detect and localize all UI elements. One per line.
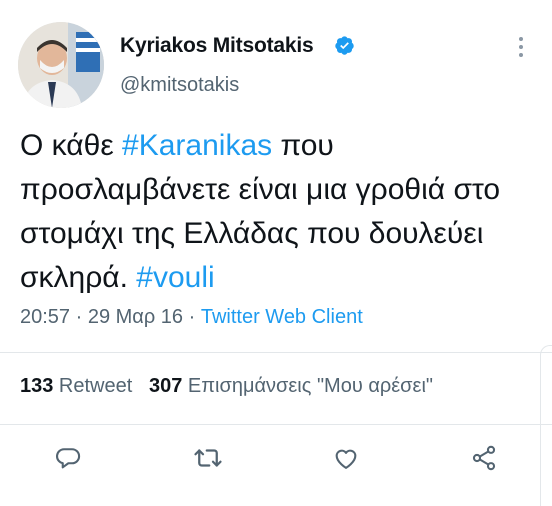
hashtag-link[interactable]: #Karanikas [122, 129, 272, 162]
tweet-text: Ο κάθε #Karanikas που προσλαμβάνετε είνα… [20, 124, 540, 300]
likes-stat[interactable]: 307 Επισημάνσεις "Μου αρέσει" [149, 375, 433, 397]
likes-label: Επισημάνσεις "Μου αρέσει" [182, 375, 433, 397]
retweets-count: 133 [20, 375, 54, 397]
tweet-meta: 20:57 · 29 Μαρ 16 · Twitter Web Client [20, 306, 363, 329]
likes-count: 307 [148, 375, 183, 397]
author-handle[interactable]: @kmitsotakis [120, 74, 239, 97]
retweets-label: Retweet [53, 375, 133, 397]
tweet-time[interactable]: 20:57 [20, 306, 70, 328]
reply-icon[interactable] [52, 442, 84, 474]
verified-badge-icon [335, 36, 354, 55]
retweets-stat[interactable]: 133 Retweet [20, 375, 132, 397]
retweet-icon[interactable] [192, 442, 224, 474]
divider [0, 424, 552, 425]
avatar-image [18, 22, 104, 108]
card-edge [540, 345, 552, 506]
hashtag-link[interactable]: #vouli [136, 261, 214, 294]
more-vertical-icon[interactable] [514, 37, 528, 61]
meta-separator: · [70, 306, 88, 328]
author-name[interactable]: Kyriakos Mitsotakis [120, 34, 314, 58]
tweet-card: Kyriakos Mitsotakis @kmitsotakis Ο κάθε … [0, 0, 552, 506]
heart-icon[interactable] [330, 442, 362, 474]
action-bar [0, 436, 552, 480]
tweet-date[interactable]: 29 Μαρ 16 [88, 306, 183, 328]
share-icon[interactable] [468, 442, 500, 474]
meta-separator: · [183, 306, 201, 328]
avatar[interactable] [18, 22, 104, 108]
tweet-stats: 133 Retweet 307 Επισημάνσεις "Μου αρέσει… [20, 375, 433, 398]
tweet-source-link[interactable]: Twitter Web Client [201, 306, 363, 328]
divider [0, 352, 552, 353]
tweet-text-part: Ο κάθε [20, 129, 123, 162]
